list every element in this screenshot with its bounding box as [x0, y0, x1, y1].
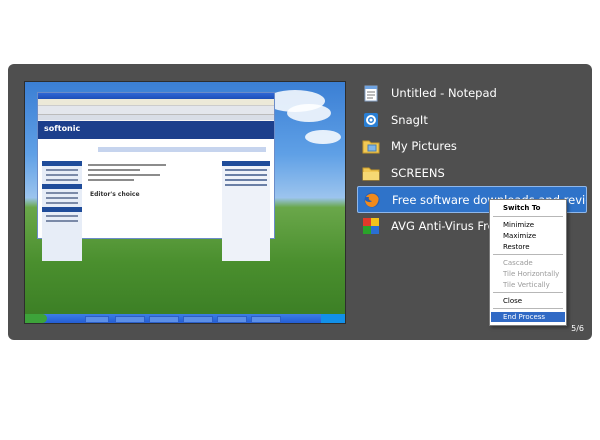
- menu-item-restore[interactable]: Restore: [491, 242, 565, 252]
- desktop-cloud: [305, 130, 341, 144]
- folder-icon: [362, 140, 380, 154]
- browser-menu-bar: [38, 99, 274, 106]
- window-item-label: My Pictures: [391, 139, 457, 154]
- folder-icon: [362, 167, 380, 181]
- start-button: [25, 314, 47, 323]
- menu-item-end-process[interactable]: End Process: [491, 312, 565, 322]
- menu-item-switch-to[interactable]: Switch To: [491, 203, 565, 213]
- site-main-column: [88, 161, 218, 261]
- browser-page-content: softonic Editor's choice: [38, 121, 274, 261]
- site-popular-column: [222, 161, 270, 261]
- menu-separator: [493, 292, 563, 293]
- window-item-my-pictures[interactable]: My Pictures: [357, 133, 587, 160]
- window-item-label: SnagIt: [391, 112, 428, 127]
- menu-item-maximize[interactable]: Maximize: [491, 231, 565, 241]
- preview-taskbar: [25, 314, 345, 323]
- system-tray: [321, 314, 345, 323]
- browser-toolbar: [38, 106, 274, 115]
- menu-separator: [493, 216, 563, 217]
- window-item-label: Untitled - Notepad: [391, 86, 497, 101]
- menu-item-minimize[interactable]: Minimize: [491, 220, 565, 230]
- window-item-snagit[interactable]: SnagIt: [357, 107, 587, 134]
- preview-browser-window: softonic Editor's choice: [37, 92, 275, 261]
- desktop-cloud: [287, 104, 331, 122]
- menu-item-cascade[interactable]: Cascade: [491, 258, 565, 268]
- avg-icon: [363, 218, 379, 235]
- firefox-icon: [364, 192, 380, 208]
- editors-choice-heading: Editor's choice: [90, 191, 140, 198]
- window-counter: 5/6: [571, 324, 584, 333]
- context-menu: Switch To Minimize Maximize Restore Casc…: [489, 199, 567, 326]
- window-item-label: AVG Anti-Virus Free: [391, 219, 502, 234]
- window-item-label: SCREENS: [391, 166, 445, 181]
- site-logo: softonic: [44, 124, 81, 133]
- site-header: softonic: [38, 121, 274, 139]
- snagit-icon: [364, 112, 378, 127]
- window-preview-thumbnail[interactable]: softonic Editor's choice: [24, 81, 346, 324]
- menu-item-tile-horizontally[interactable]: Tile Horizontally: [491, 269, 565, 279]
- site-nav-strip: [98, 147, 266, 152]
- notepad-icon: [364, 85, 378, 102]
- menu-item-close[interactable]: Close: [491, 296, 565, 306]
- window-item-screens[interactable]: SCREENS: [357, 160, 587, 187]
- menu-separator: [493, 254, 563, 255]
- browser-tab-strip: [38, 115, 274, 120]
- menu-separator: [493, 308, 563, 309]
- menu-item-tile-vertically[interactable]: Tile Vertically: [491, 280, 565, 290]
- window-item-notepad[interactable]: Untitled - Notepad: [357, 80, 587, 107]
- site-sidebar: [42, 161, 82, 261]
